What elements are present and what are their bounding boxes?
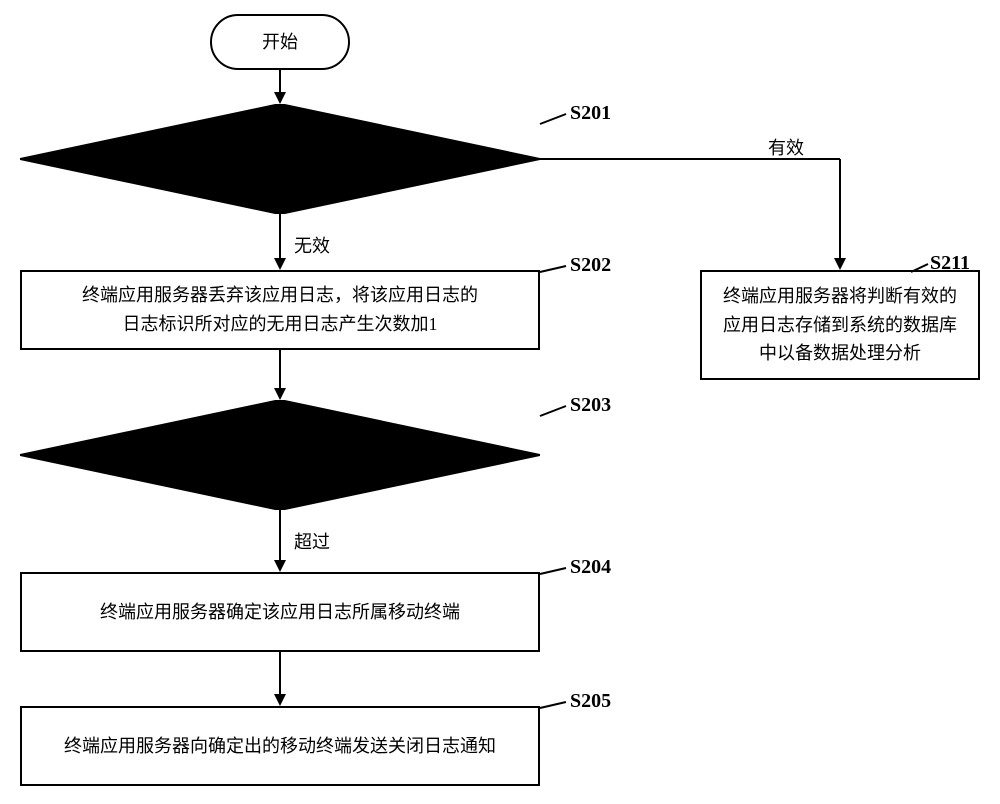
process-discard-log: 终端应用服务器丢弃该应用日志，将该应用日志的 日志标识所对应的无用日志产生次数加… [20,270,540,350]
label-invalid: 无效 [294,232,330,258]
p1-line1: 终端应用服务器丢弃该应用日志，将该应用日志的 [82,285,478,305]
d1-line1: 终端应用服务器根据预定的 [172,132,388,159]
label-valid: 有效 [768,134,804,160]
step-s202: S202 [570,254,611,277]
step-s203: S203 [570,394,611,417]
pr-line1: 终端应用服务器将判断有效的 [723,286,957,306]
process-identify-terminal: 终端应用服务器确定该应用日志所属移动终端 [20,572,540,652]
start-label: 开始 [262,28,298,57]
p1-line2: 日志标识所对应的无用日志产生次数加1 [123,314,438,334]
process-send-close-notification: 终端应用服务器向确定出的移动终端发送关闭日志通知 [20,706,540,786]
step-s204: S204 [570,556,611,579]
pr-line3: 中以备数据处理分析 [759,343,921,363]
label-exceed: 超过 [294,528,330,554]
p3-text: 终端应用服务器向确定出的移动终端发送关闭日志通知 [64,732,496,761]
decision-invalid-rule: 终端应用服务器根据预定的 过滤规则，判断该应用日志是否无效？ [20,104,540,214]
start-node: 开始 [210,14,350,70]
step-s211: S211 [930,252,970,275]
d1-line2: 过滤规则，判断该应用日志是否无效？ [127,159,433,186]
d2-line2: 无用日志产生次数是否超过设定阈值？ [127,455,433,482]
decision-threshold: 终端应用服务器判断该应用日志的 无用日志产生次数是否超过设定阈值？ [20,400,540,510]
step-s205: S205 [570,690,611,713]
d2-line1: 终端应用服务器判断该应用日志的 [145,428,415,455]
step-s201: S201 [570,102,611,125]
process-store-valid-log: 终端应用服务器将判断有效的 应用日志存储到系统的数据库 中以备数据处理分析 [700,270,980,380]
p2-text: 终端应用服务器确定该应用日志所属移动终端 [100,598,460,627]
pr-line2: 应用日志存储到系统的数据库 [723,315,957,335]
